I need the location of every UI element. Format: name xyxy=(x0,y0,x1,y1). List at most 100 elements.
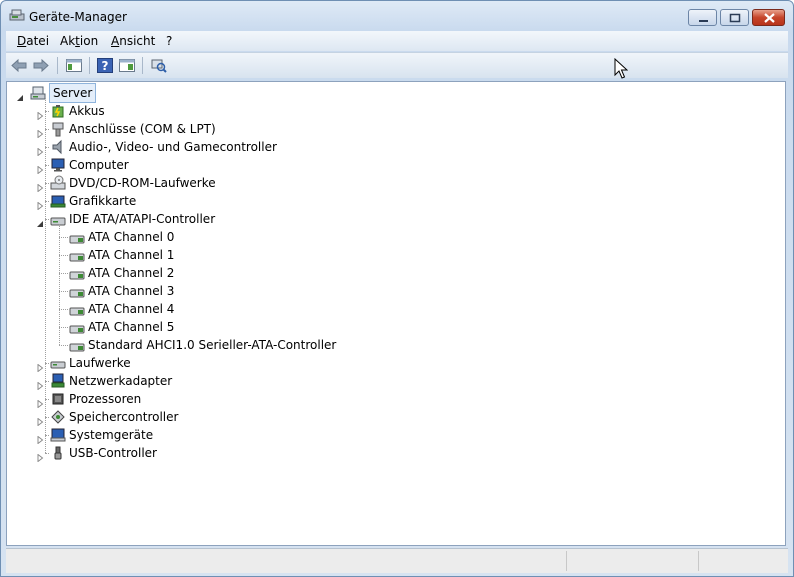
device-manager-icon xyxy=(9,9,25,21)
usb-icon xyxy=(50,445,66,461)
expand-arrow-icon[interactable] xyxy=(36,179,44,193)
tree-child-item[interactable]: ATA Channel 2 xyxy=(7,264,767,282)
tree-node-label: ATA Channel 3 xyxy=(88,284,175,298)
tree-category-item[interactable]: Grafikkarte xyxy=(7,192,767,211)
optical-drive-icon xyxy=(50,175,66,191)
display-adapter-icon xyxy=(50,193,66,209)
tree-connector xyxy=(59,345,68,346)
monitor-icon xyxy=(50,157,66,173)
expand-arrow-icon[interactable] xyxy=(36,449,44,463)
menu-aktion[interactable]: Aktion xyxy=(60,34,98,48)
expand-arrow-icon[interactable] xyxy=(36,107,44,121)
tree-child-item[interactable]: ATA Channel 3 xyxy=(7,282,767,300)
tree-node-label: ATA Channel 1 xyxy=(88,248,175,262)
expand-arrow-icon[interactable] xyxy=(36,359,44,373)
tree-category-item[interactable]: IDE ATA/ATAPI-Controller xyxy=(7,210,767,228)
close-button[interactable] xyxy=(752,9,785,26)
expand-arrow-icon[interactable] xyxy=(36,197,44,211)
tree-node-label: ATA Channel 2 xyxy=(88,266,175,280)
tree-category-item[interactable]: USB-Controller xyxy=(7,444,767,463)
tree-node-label: ATA Channel 4 xyxy=(88,302,175,316)
collapse-arrow-icon[interactable] xyxy=(16,89,24,101)
maximize-icon xyxy=(729,13,741,23)
collapse-arrow-icon[interactable] xyxy=(36,215,44,227)
system-devices-icon xyxy=(50,427,66,443)
tree-node-label: Standard AHCI1.0 Serieller-ATA-Controlle… xyxy=(88,338,337,352)
menu-bar: Datei Aktion Ansicht? xyxy=(6,31,788,51)
help-icon[interactable]: ? xyxy=(96,57,114,74)
status-bar-divider xyxy=(698,551,699,571)
menu-ansicht[interactable]: Ansicht xyxy=(111,34,155,48)
expand-arrow-icon[interactable] xyxy=(36,143,44,157)
ata-channel-icon xyxy=(69,229,85,245)
tree-connector xyxy=(59,309,68,310)
tree-category-item[interactable]: Audio-, Video- und Gamecontroller xyxy=(7,138,767,157)
ata-channel-icon xyxy=(69,319,85,335)
tree-category-item[interactable]: Computer xyxy=(7,156,767,175)
tree-node-label: Prozessoren xyxy=(69,392,142,406)
tree-node-label: Speichercontroller xyxy=(69,410,179,424)
menu-datei[interactable]: Datei xyxy=(17,34,49,48)
tree-node-label: Netzwerkadapter xyxy=(69,374,173,388)
expand-arrow-icon[interactable] xyxy=(36,377,44,391)
ata-channel-icon xyxy=(69,337,85,353)
show-hide-console-tree-icon[interactable] xyxy=(65,57,83,74)
tree-category-item[interactable]: DVD/CD-ROM-Laufwerke xyxy=(7,174,767,193)
tree-category-item[interactable]: Speichercontroller xyxy=(7,408,767,427)
mouse-cursor-icon xyxy=(614,58,628,79)
network-adapter-icon xyxy=(50,373,66,389)
tree-connector xyxy=(59,237,68,238)
tree-child-item[interactable]: ATA Channel 5 xyxy=(7,318,767,336)
expand-arrow-icon[interactable] xyxy=(36,395,44,409)
tree-connector xyxy=(59,255,68,256)
tree-node-label: Anschlüsse (COM & LPT) xyxy=(69,122,216,136)
tree-child-item[interactable]: ATA Channel 1 xyxy=(7,246,767,264)
toolbar-separator xyxy=(142,57,143,74)
tree-child-item[interactable]: Standard AHCI1.0 Serieller-ATA-Controlle… xyxy=(7,336,767,354)
tree-node-label: IDE ATA/ATAPI-Controller xyxy=(69,212,216,226)
tree-category-item[interactable]: Akkus xyxy=(7,102,767,121)
toolbar: ? xyxy=(6,52,788,78)
tree-category-item[interactable]: Laufwerke xyxy=(7,354,767,373)
properties-icon[interactable] xyxy=(118,57,136,74)
expand-arrow-icon[interactable] xyxy=(36,413,44,427)
minimize-icon xyxy=(699,20,708,22)
port-icon xyxy=(50,121,66,137)
tree-connector xyxy=(59,273,68,274)
expand-arrow-icon[interactable] xyxy=(36,125,44,139)
tree-root-server[interactable]: Server xyxy=(7,83,767,103)
ata-channel-icon xyxy=(69,247,85,263)
tree-child-item[interactable]: ATA Channel 0 xyxy=(7,228,767,246)
tree-node-label: DVD/CD-ROM-Laufwerke xyxy=(69,176,216,190)
minimize-button[interactable] xyxy=(688,9,717,26)
tree-node-label: Audio-, Video- und Gamecontroller xyxy=(69,140,277,154)
battery-icon xyxy=(50,103,66,119)
tree-category-item[interactable]: Systemgeräte xyxy=(7,426,767,445)
back-arrow-icon[interactable] xyxy=(10,57,28,74)
tree-category-item[interactable]: Anschlüsse (COM & LPT) xyxy=(7,120,767,139)
tree-node-label: ATA Channel 0 xyxy=(88,230,175,244)
tree-node-label: Server xyxy=(49,83,97,103)
disk-drive-icon xyxy=(50,355,66,371)
toolbar-separator xyxy=(89,57,90,74)
maximize-button[interactable] xyxy=(720,9,749,26)
forward-arrow-icon[interactable] xyxy=(32,57,50,74)
device-manager-window: Geräte-Manager Datei Aktion Ansicht? ? Ser… xyxy=(0,0,794,577)
toolbar-separator xyxy=(57,57,58,74)
expand-arrow-icon[interactable] xyxy=(36,431,44,445)
storage-controller-icon xyxy=(50,409,66,425)
tree-category-item[interactable]: Netzwerkadapter xyxy=(7,372,767,391)
scan-hardware-icon[interactable] xyxy=(150,57,168,74)
tree-node-label: Laufwerke xyxy=(69,356,131,370)
tree-node-label: ATA Channel 5 xyxy=(88,320,175,334)
tree-category-item[interactable]: Prozessoren xyxy=(7,390,767,409)
device-tree[interactable]: Server Akkus Anschlüsse (COM & LPT) Audio-,… xyxy=(6,81,786,546)
tree-child-item[interactable]: ATA Channel 4 xyxy=(7,300,767,318)
processor-icon xyxy=(50,391,66,407)
expand-arrow-icon[interactable] xyxy=(36,161,44,175)
title-bar[interactable]: Geräte-Manager xyxy=(1,1,793,31)
menu-help[interactable]: ? xyxy=(166,34,172,48)
tree-node-label: Systemgeräte xyxy=(69,428,154,442)
tree-connector xyxy=(45,453,49,454)
tree-node-label: Grafikkarte xyxy=(69,194,137,208)
